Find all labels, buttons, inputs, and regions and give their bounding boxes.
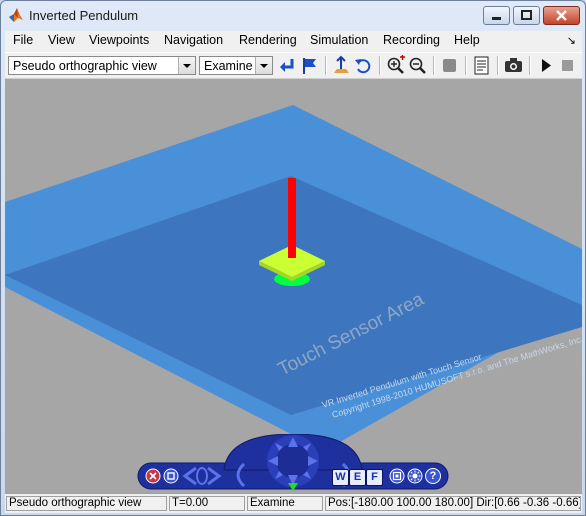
menu-navigation[interactable]: Navigation: [164, 33, 223, 47]
undo-icon: [355, 59, 371, 74]
virtual-world-canvas[interactable]: Touch Sensor Area VR Inverted Pendulum w…: [5, 79, 582, 493]
examine-mode-button[interactable]: E: [349, 469, 366, 486]
view-all-icon[interactable]: [389, 468, 405, 484]
properties-button[interactable]: [471, 55, 492, 76]
walk-mode-button[interactable]: W: [332, 469, 349, 486]
minimize-icon: [492, 17, 501, 20]
app-window: Inverted Pendulum File View Viewpoints N…: [0, 0, 586, 516]
help-icon: ?: [429, 470, 437, 482]
zoom-out-button[interactable]: [407, 55, 428, 76]
status-time: T=0.00: [169, 496, 245, 511]
toolbar-separator: [433, 56, 435, 75]
toolbar-separator: [325, 56, 327, 75]
close-button[interactable]: [543, 6, 580, 25]
headlight-icon: [443, 59, 456, 72]
chevron-down-icon[interactable]: [178, 57, 195, 74]
headlight-button[interactable]: [439, 55, 460, 76]
start-simulation-button[interactable]: [535, 55, 556, 76]
toolbar-separator: [379, 56, 381, 75]
status-viewpoint: Pseudo orthographic view: [6, 496, 167, 511]
status-mode: Examine: [247, 496, 323, 511]
close-panel-icon[interactable]: [145, 468, 161, 484]
toolbar-separator: [497, 56, 499, 75]
straighten-up-button[interactable]: [331, 55, 352, 76]
client-area: File View Viewpoints Navigation Renderin…: [5, 31, 582, 513]
menu-recording[interactable]: Recording: [383, 33, 440, 47]
headlight-toggle-icon[interactable]: [407, 468, 423, 484]
title-bar: Inverted Pendulum: [1, 1, 585, 31]
return-to-viewpoint-button[interactable]: [277, 55, 298, 76]
menu-rendering[interactable]: Rendering: [239, 33, 297, 47]
examine-mode-label: E: [353, 471, 362, 483]
maximize-icon: [521, 10, 532, 20]
fly-mode-label: F: [371, 471, 378, 483]
menu-viewpoints[interactable]: Viewpoints: [89, 33, 149, 47]
navigation-select[interactable]: Examine: [199, 56, 273, 75]
menu-bar: File View Viewpoints Navigation Renderin…: [5, 31, 582, 51]
help-button[interactable]: ?: [425, 468, 441, 484]
stop-icon: [562, 60, 573, 71]
window-title: Inverted Pendulum: [29, 8, 139, 23]
play-icon: [542, 59, 551, 72]
scene: Touch Sensor Area VR Inverted Pendulum w…: [5, 105, 582, 451]
toolbar-separator: [529, 56, 531, 75]
chevron-down-icon[interactable]: [255, 57, 272, 74]
undo-move-button[interactable]: [353, 55, 374, 76]
zoom-in-icon: [387, 55, 405, 74]
minimize-panel-icon[interactable]: [163, 468, 179, 484]
pendulum-rod: [288, 178, 296, 258]
menu-view[interactable]: View: [48, 33, 75, 47]
menu-simulation[interactable]: Simulation: [310, 33, 368, 47]
status-position: Pos:[-180.00 100.00 180.00] Dir:[0.66 -0…: [325, 496, 581, 511]
move-down-green-icon[interactable]: [287, 482, 299, 492]
navigation-panel: W E F ?: [136, 434, 450, 492]
camera-icon: [505, 58, 522, 72]
menu-dock-arrow-icon[interactable]: ↘: [567, 34, 576, 47]
walk-mode-label: W: [335, 471, 346, 483]
flag-icon: [303, 58, 316, 74]
viewpoint-select-value: Pseudo orthographic view: [13, 59, 157, 73]
zoom-out-icon: [409, 57, 426, 74]
go-to-default-viewpoint-button[interactable]: [299, 55, 320, 76]
document-list-icon: [474, 56, 489, 75]
fly-mode-button[interactable]: F: [366, 469, 383, 486]
toolbar: Pseudo orthographic view Examine: [5, 52, 582, 79]
navigation-select-value: Examine: [204, 59, 253, 73]
viewpoint-select[interactable]: Pseudo orthographic view: [8, 56, 196, 75]
capture-frame-button[interactable]: [503, 55, 524, 76]
straighten-up-icon: [334, 55, 349, 73]
tilt-left-icon[interactable]: [228, 462, 248, 488]
close-icon: [556, 10, 567, 21]
zoom-in-button[interactable]: [385, 55, 406, 76]
maximize-button[interactable]: [513, 6, 540, 25]
minimize-button[interactable]: [483, 6, 510, 25]
status-bar: Pseudo orthographic view T=0.00 Examine …: [5, 493, 582, 513]
menu-file[interactable]: File: [13, 33, 33, 47]
toolbar-separator: [465, 56, 467, 75]
slide-left-right-icon[interactable]: [182, 465, 222, 487]
stop-simulation-button[interactable]: [557, 55, 578, 76]
menu-help[interactable]: Help: [454, 33, 480, 47]
matlab-logo-icon: [9, 8, 23, 22]
return-arrow-icon: [280, 59, 294, 72]
